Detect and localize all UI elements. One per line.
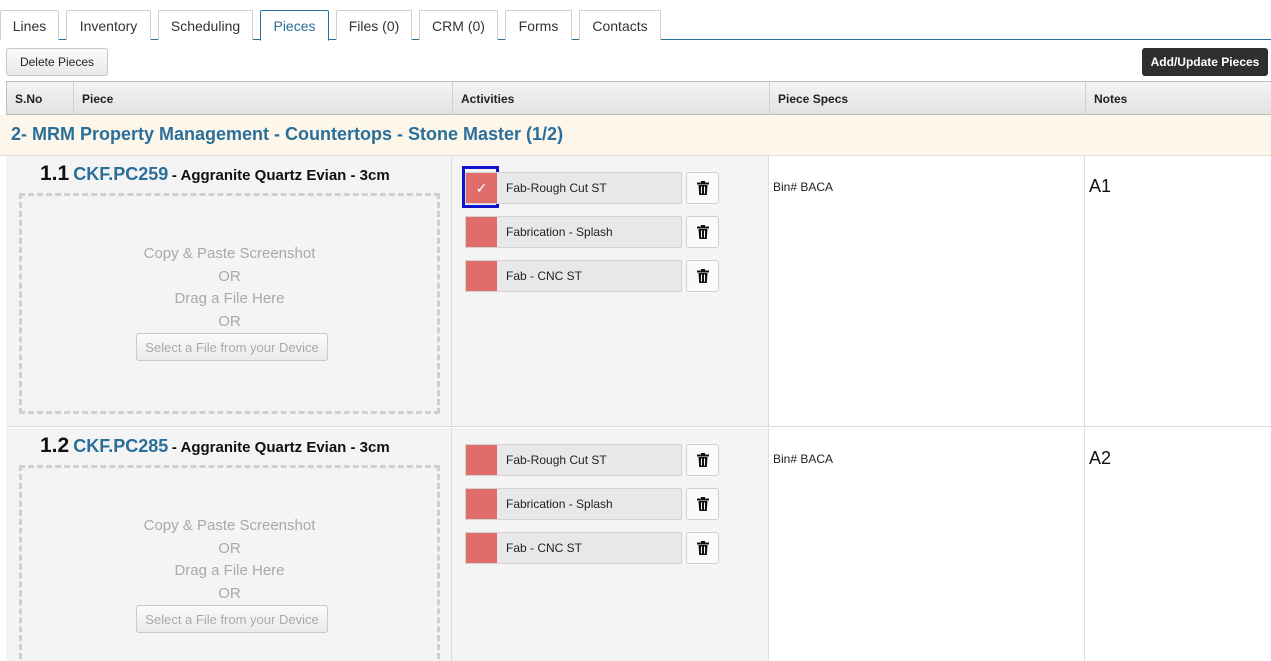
- table-header: S.No Piece Activities Piece Specs Notes: [6, 81, 1271, 115]
- trash-icon: [696, 181, 709, 195]
- trash-icon: [696, 453, 709, 467]
- piece-title: 1.2 CKF.PC285 - Aggranite Quartz Evian - …: [40, 434, 390, 458]
- activity-label: Fab-Rough Cut ST: [506, 181, 607, 195]
- activity-item[interactable]: Fab - CNC ST: [465, 532, 682, 564]
- activity-checkbox[interactable]: [466, 533, 497, 563]
- trash-icon: [696, 225, 709, 239]
- delete-activity-button[interactable]: [686, 260, 719, 292]
- delete-pieces-button[interactable]: Delete Pieces: [6, 48, 108, 76]
- piece-spec-text: Bin# BACA: [773, 180, 834, 194]
- trash-icon: [696, 541, 709, 555]
- piece-code-link[interactable]: CKF.PC285: [73, 436, 168, 456]
- activity-label: Fab - CNC ST: [506, 269, 583, 283]
- piece-specs-cell: Bin# BACA: [769, 428, 1085, 661]
- activity-checkbox[interactable]: [466, 217, 497, 247]
- tab-bar: Lines Inventory Scheduling Pieces Files …: [0, 0, 1271, 41]
- notes-cell: A1: [1085, 156, 1271, 426]
- note-text: A2: [1089, 448, 1112, 468]
- piece-spec-text: Bin# BACA: [773, 452, 834, 466]
- activity-item[interactable]: Fab - CNC ST: [465, 260, 682, 292]
- piece-number: 1.2: [40, 434, 70, 457]
- tab-forms[interactable]: Forms: [505, 10, 572, 40]
- trash-icon: [696, 269, 709, 283]
- add-update-pieces-button[interactable]: Add/Update Pieces: [1142, 48, 1268, 76]
- note-text: A1: [1089, 176, 1112, 196]
- piece-title: 1.1 CKF.PC259 - Aggranite Quartz Evian - …: [40, 162, 390, 186]
- dropzone-or-text: OR: [218, 313, 241, 330]
- dropzone-drag-text: Drag a File Here: [174, 290, 285, 307]
- file-dropzone[interactable]: Copy & Paste Screenshot OR Drag a File H…: [19, 193, 440, 414]
- column-header-notes: Notes: [1085, 82, 1271, 115]
- tab-lines[interactable]: Lines: [0, 10, 59, 40]
- delete-activity-button[interactable]: [686, 488, 719, 520]
- activity-label: Fab-Rough Cut ST: [506, 453, 607, 467]
- delete-activity-button[interactable]: [686, 172, 719, 204]
- select-file-button[interactable]: Select a File from your Device: [136, 605, 328, 633]
- tab-pieces[interactable]: Pieces: [260, 10, 329, 41]
- activity-label: Fab - CNC ST: [506, 541, 583, 555]
- dropzone-or-text: OR: [218, 268, 241, 285]
- activity-checkbox[interactable]: [466, 261, 497, 291]
- file-dropzone[interactable]: Copy & Paste Screenshot OR Drag a File H…: [19, 465, 440, 661]
- column-header-sno: S.No: [6, 82, 73, 115]
- activity-label: Fabrication - Splash: [506, 497, 613, 511]
- group-title[interactable]: 2- MRM Property Management - Countertops…: [11, 124, 563, 145]
- piece-cell: 1.2 CKF.PC285 - Aggranite Quartz Evian - …: [6, 428, 452, 661]
- activity-checkbox[interactable]: [466, 489, 497, 519]
- activities-cell: ✓ Fab-Rough Cut ST Fabrication - Splash …: [452, 156, 769, 426]
- piece-specs-cell: Bin# BACA: [769, 156, 1085, 426]
- table-row: 1.2 CKF.PC285 - Aggranite Quartz Evian - …: [6, 428, 1271, 661]
- column-header-activities: Activities: [452, 82, 769, 115]
- activity-item[interactable]: Fabrication - Splash: [465, 216, 682, 248]
- column-header-piece-specs: Piece Specs: [769, 82, 1085, 115]
- tab-scheduling[interactable]: Scheduling: [158, 10, 253, 40]
- activities-cell: Fab-Rough Cut ST Fabrication - Splash Fa…: [452, 428, 769, 661]
- dropzone-drag-text: Drag a File Here: [174, 562, 285, 579]
- group-row: 2- MRM Property Management - Countertops…: [0, 115, 1271, 156]
- tab-inventory[interactable]: Inventory: [66, 10, 151, 40]
- dropzone-paste-text: Copy & Paste Screenshot: [143, 517, 316, 534]
- activity-label: Fabrication - Splash: [506, 225, 613, 239]
- piece-description: - Aggranite Quartz Evian - 3cm: [171, 439, 390, 456]
- notes-cell: A2: [1085, 428, 1271, 661]
- tab-files[interactable]: Files (0): [336, 10, 412, 40]
- activity-checkbox[interactable]: [466, 445, 497, 475]
- tab-crm[interactable]: CRM (0): [419, 10, 498, 40]
- piece-code-link[interactable]: CKF.PC259: [73, 164, 168, 184]
- delete-activity-button[interactable]: [686, 216, 719, 248]
- piece-cell: 1.1 CKF.PC259 - Aggranite Quartz Evian - …: [6, 156, 452, 426]
- activity-item[interactable]: Fabrication - Splash: [465, 488, 682, 520]
- select-file-button[interactable]: Select a File from your Device: [136, 333, 328, 361]
- dropzone-paste-text: Copy & Paste Screenshot: [143, 245, 316, 262]
- dropzone-or-text: OR: [218, 585, 241, 602]
- dropzone-or-text: OR: [218, 540, 241, 557]
- column-header-piece: Piece: [73, 82, 452, 115]
- piece-description: - Aggranite Quartz Evian - 3cm: [171, 167, 390, 184]
- delete-activity-button[interactable]: [686, 444, 719, 476]
- activity-item[interactable]: Fab-Rough Cut ST: [465, 444, 682, 476]
- tab-contacts[interactable]: Contacts: [579, 10, 661, 40]
- check-icon: ✓: [475, 179, 488, 196]
- trash-icon: [696, 497, 709, 511]
- table-row: 1.1 CKF.PC259 - Aggranite Quartz Evian - …: [6, 156, 1271, 427]
- activity-item[interactable]: ✓ Fab-Rough Cut ST: [465, 172, 682, 204]
- piece-number: 1.1: [40, 162, 70, 185]
- delete-activity-button[interactable]: [686, 532, 719, 564]
